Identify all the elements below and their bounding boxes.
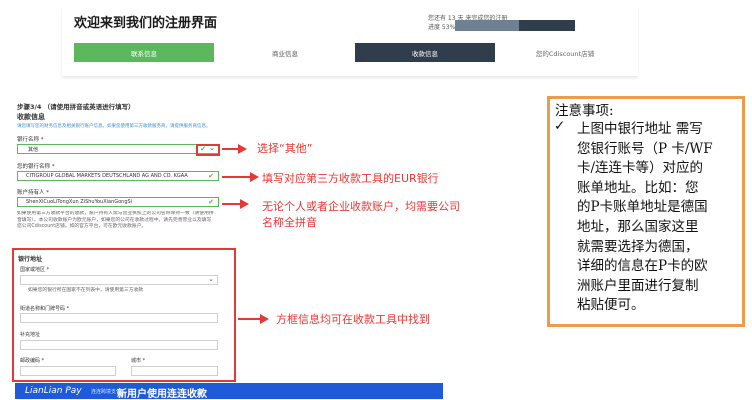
country-note: 如果您的银行所在国家不在列表中，请使用第三方收款 bbox=[28, 288, 144, 293]
notes-line: 详细的信息在P卡的欧 bbox=[577, 258, 708, 275]
section-description: 请您填写您的财务信息及相关银行账户信息。如果您使用第三方收款服务商，请提供服务商… bbox=[17, 124, 211, 129]
account-holder-value: ShenXiCuoLiTongXun ZiShuYouXianGongSi bbox=[26, 199, 133, 205]
check-icon: ✔ bbox=[208, 172, 214, 180]
arrow-line bbox=[222, 203, 242, 205]
banner-brand: LianLian Pay bbox=[25, 386, 82, 396]
annotation-select-other: 选择“其他” bbox=[257, 142, 313, 155]
arrow-head bbox=[250, 172, 259, 182]
page-title: 欢迎来到我们的注册界面 bbox=[74, 16, 218, 31]
city-label: 城市 * bbox=[131, 358, 146, 364]
holder-note-line: 您公司Cdiscount店铺，如的官方平台，可在欧元收款账户。 bbox=[17, 224, 147, 229]
step-title: 步骤3/4 （请使用拼音或英语进行填写） bbox=[17, 103, 135, 111]
account-holder-label: 账户持有人 * bbox=[17, 190, 49, 196]
street-label: 街道名称和门牌号码 * bbox=[20, 306, 70, 312]
arrow-head bbox=[238, 144, 247, 154]
notes-line: 卡/连连卡等）对应的 bbox=[577, 160, 704, 177]
notes-title: 注意事项: bbox=[555, 103, 614, 119]
notes-line: 账单地址。比如：您 bbox=[577, 179, 699, 196]
notes-line: 地址，那么国家这里 bbox=[577, 218, 699, 235]
your-bank-input[interactable]: CITIGROUP GLOBAL MARKETS DEUTSCHLAND AG … bbox=[17, 171, 219, 181]
your-bank-label: 您的银行名称 * bbox=[17, 164, 55, 170]
chevron-down-icon: ⌄ bbox=[208, 275, 214, 283]
notes-body: 上图中银行地址 需写 您银行账号（P 卡/WF 卡/连连卡等）对应的 账单地址。… bbox=[577, 117, 713, 313]
section-title: 收款信息 bbox=[17, 113, 45, 121]
lianlian-banner[interactable]: LianLian Pay 连连跨境支付 新用户使用连连收款 bbox=[15, 383, 443, 400]
notes-line: 粘贴便可。 bbox=[577, 297, 645, 314]
banner-headline: 新用户使用连连收款 bbox=[117, 389, 207, 400]
bank-name-highlight bbox=[196, 144, 220, 156]
notes-line: 您银行账号（P 卡/WF bbox=[577, 140, 713, 157]
street-input[interactable] bbox=[20, 313, 218, 323]
notes-line: 洲账户里面进行复制 bbox=[577, 277, 699, 294]
tab-business-info[interactable]: 商业信息 bbox=[215, 43, 355, 62]
notes-line: 的P卡账单地址是德国 bbox=[577, 199, 708, 216]
country-select[interactable]: ⌄ bbox=[20, 275, 218, 285]
tab-cdiscount-store[interactable]: 您的Cdiscount店铺 bbox=[495, 43, 635, 62]
annotation-eur-bank: 填写对应第三方收款工具的EUR银行 bbox=[262, 172, 439, 185]
annotation-box-info: 方框信息均可在收款工具中找到 bbox=[276, 313, 430, 326]
holder-note-line: 如果使用第三方收款平台的收款，账户持有人需与营业执照上的公司名称保持一致（请使用… bbox=[17, 211, 214, 216]
account-holder-input[interactable]: ShenXiCuoLiTongXun ZiShuYouXianGongSi ✔ bbox=[17, 197, 219, 207]
country-label: 国家或地区 * bbox=[20, 267, 50, 273]
arrow-head bbox=[260, 314, 269, 324]
bank-name-select[interactable]: 其他 ✔ ⌄ bbox=[17, 144, 219, 154]
city-input[interactable] bbox=[131, 366, 218, 376]
extra-address-label: 补充地址 bbox=[20, 332, 41, 338]
bank-address-title: 银行地址 bbox=[18, 256, 43, 263]
annotation-pinyin-line2: 名称全拼音 bbox=[262, 216, 317, 229]
tab-payment-info[interactable]: 收款信息 bbox=[355, 43, 495, 62]
notes-line: 就需要选择为德国， bbox=[577, 238, 699, 255]
tab-contact-info[interactable]: 联系信息 bbox=[74, 43, 214, 62]
arrow-head bbox=[240, 199, 249, 209]
your-bank-value: CITIGROUP GLOBAL MARKETS DEUTSCHLAND AG … bbox=[26, 173, 188, 179]
account-holder-note: 如果使用第三方收款平台的收款，账户持有人需与营业执照上的公司名称保持一致（请使用… bbox=[17, 211, 222, 231]
progress-bar bbox=[455, 20, 575, 31]
progress-fill bbox=[455, 20, 519, 31]
arrow-line bbox=[222, 176, 252, 178]
postcode-label: 邮政编码 * bbox=[20, 358, 45, 364]
annotation-pinyin-line1: 无论个人或者企业收款账户，均需要公司 bbox=[262, 200, 460, 213]
bank-name-value: 其他 bbox=[28, 147, 39, 153]
postcode-input[interactable] bbox=[20, 366, 116, 376]
extra-address-input[interactable] bbox=[20, 340, 218, 350]
progress-label: 进度 53% bbox=[428, 24, 456, 31]
arrow-line bbox=[238, 318, 262, 320]
check-icon: ✔ bbox=[208, 198, 214, 206]
notes-line: 上图中银行地址 需写 bbox=[577, 121, 703, 137]
check-icon: ✓ bbox=[554, 118, 566, 134]
bank-name-label: 银行名称 * bbox=[17, 137, 44, 143]
